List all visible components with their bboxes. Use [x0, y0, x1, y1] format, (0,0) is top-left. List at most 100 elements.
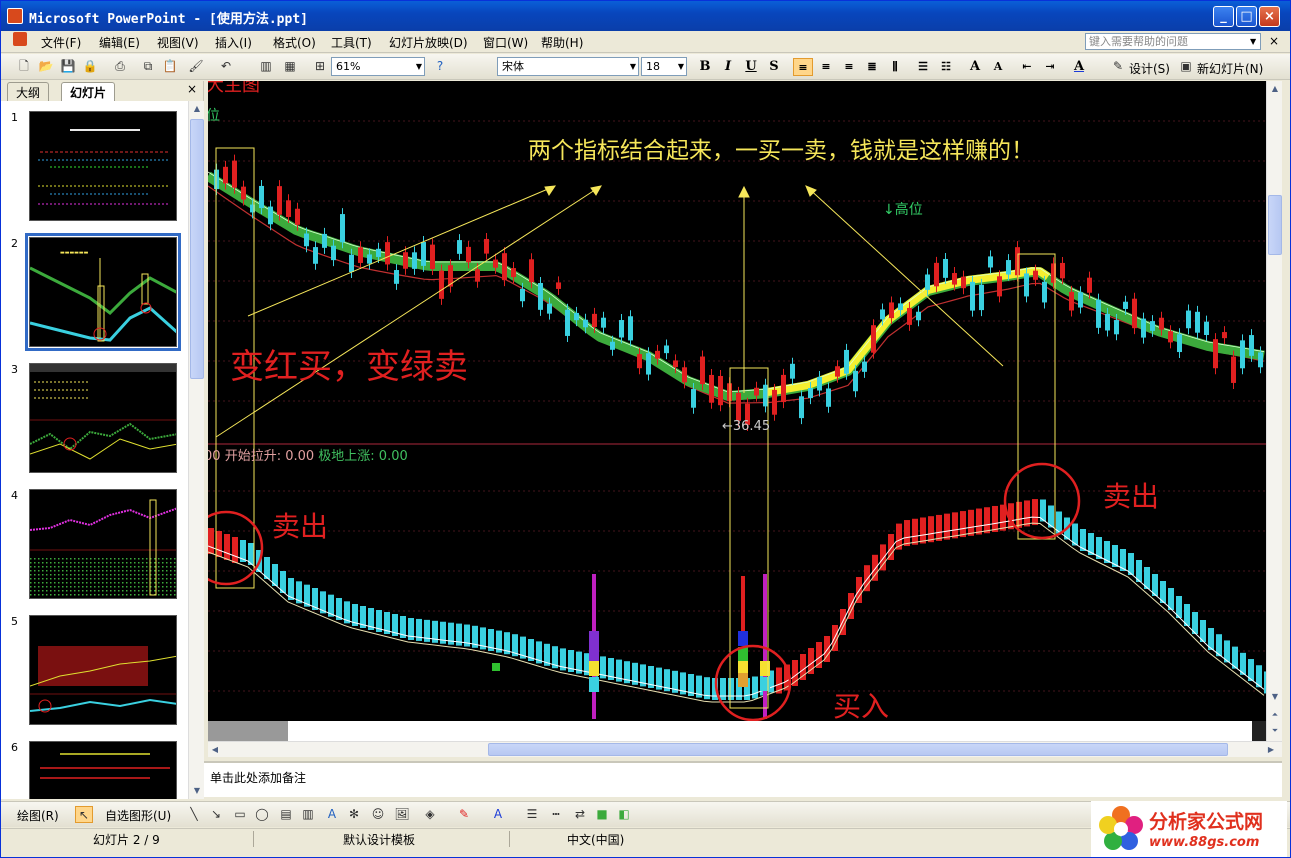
next-slide-icon[interactable]: ⏷ — [1268, 723, 1282, 739]
font-combobox[interactable]: 宋体 ▼ — [497, 57, 639, 76]
scroll-down-icon[interactable]: ▼ — [190, 783, 204, 799]
italic-button[interactable]: I — [718, 58, 738, 76]
decrease-indent-icon[interactable]: ⇤ — [1017, 58, 1037, 76]
help-search-input[interactable]: 键入需要帮助的问题 — [1085, 33, 1261, 50]
scroll-left-icon[interactable]: ◀ — [208, 742, 222, 758]
thumbnail-scrollbar[interactable]: ▲ ▼ — [188, 101, 204, 799]
arrow-tool-icon[interactable]: ↘ — [207, 806, 225, 823]
permission-icon[interactable]: 🔒 — [81, 58, 99, 75]
font-color-draw-icon[interactable]: A — [489, 806, 507, 823]
align-left-icon[interactable]: ≡ — [793, 58, 813, 76]
slide-thumbnail[interactable] — [29, 111, 177, 221]
increase-font-icon[interactable]: A — [965, 58, 985, 76]
clipart-icon[interactable]: ☺ — [369, 806, 387, 823]
menu-slideshow[interactable]: 幻灯片放映(D) — [389, 34, 468, 51]
insert-chart-icon[interactable]: ▥ — [257, 58, 275, 75]
distributed-icon[interactable]: ⫼ — [885, 58, 905, 76]
scroll-up-icon[interactable]: ▲ — [1268, 81, 1282, 97]
menu-insert[interactable]: 插入(I) — [215, 34, 252, 51]
select-pointer-icon[interactable]: ↖ — [75, 806, 93, 823]
slide-horizontal-scrollbar[interactable]: ◀ ▶ — [208, 741, 1282, 757]
line-tool-icon[interactable]: ╲ — [185, 806, 203, 823]
minimize-button[interactable]: _ — [1213, 6, 1234, 27]
shadow-style-icon[interactable]: ■ — [593, 806, 611, 823]
zoom-combobox[interactable]: 61% ▼ — [331, 57, 425, 76]
underline-button[interactable]: U — [741, 58, 761, 76]
3d-style-icon[interactable]: ◧ — [615, 806, 633, 823]
slide-thumbnail[interactable] — [29, 489, 177, 599]
font-color-icon[interactable]: A — [1069, 58, 1089, 76]
close-button[interactable]: × — [1259, 6, 1280, 27]
pane-close-button[interactable]: × — [187, 82, 197, 96]
increase-indent-icon[interactable]: ⇥ — [1040, 58, 1060, 76]
document-close-button[interactable]: × — [1269, 34, 1279, 48]
grid-icon[interactable]: ⊞ — [311, 58, 329, 75]
shadow-button[interactable]: S — [764, 58, 784, 76]
menu-format[interactable]: 格式(O) — [273, 34, 316, 51]
decrease-font-icon[interactable]: A — [988, 58, 1008, 76]
tab-outline[interactable]: 大纲 — [7, 82, 50, 101]
line-color-icon[interactable]: ✎ — [455, 806, 473, 823]
design-icon[interactable]: ✎ — [1109, 58, 1127, 75]
scroll-up-icon[interactable]: ▲ — [190, 101, 204, 117]
align-right-icon[interactable]: ≡ — [839, 58, 859, 76]
scrollbar-thumb[interactable] — [190, 119, 204, 379]
justify-icon[interactable]: ≣ — [862, 58, 882, 76]
rectangle-tool-icon[interactable]: ▭ — [231, 806, 249, 823]
chevron-down-icon[interactable]: ▼ — [1250, 37, 1256, 46]
paste-icon[interactable]: 📋 — [161, 58, 179, 75]
bold-button[interactable]: B — [695, 58, 715, 76]
new-slide-icon[interactable]: ▣ — [1177, 58, 1195, 75]
slide-thumbnail-selected[interactable]: ▬▬▬▬▬▬ — [25, 233, 181, 351]
save-icon[interactable]: 💾 — [59, 58, 77, 75]
insert-table-icon[interactable]: ▦ — [281, 58, 299, 75]
fill-color-icon[interactable]: ◈ — [421, 806, 439, 823]
font-size-combobox[interactable]: 18 ▼ — [641, 57, 687, 76]
scrollbar-thumb[interactable] — [1268, 195, 1282, 255]
scroll-down-icon[interactable]: ▼ — [1268, 689, 1282, 705]
line-style-icon[interactable]: ☰ — [523, 806, 541, 823]
menu-view[interactable]: 视图(V) — [157, 34, 199, 51]
bullets-icon[interactable]: ☷ — [936, 58, 956, 76]
previous-slide-icon[interactable]: ⏶ — [1268, 707, 1282, 723]
undo-icon[interactable]: ↶ — [217, 58, 235, 75]
slide-vertical-scrollbar[interactable]: ▲ ▼ ⏶ ⏷ — [1266, 81, 1282, 741]
notes-placeholder[interactable]: 单击此处添加备注 — [210, 769, 306, 786]
slide-thumbnail[interactable] — [29, 363, 177, 473]
wordart-icon[interactable]: A — [323, 806, 341, 823]
copy-icon[interactable]: ⧉ — [139, 58, 157, 75]
new-file-icon[interactable]: 🗋 — [15, 58, 33, 75]
arrow-style-icon[interactable]: ⇄ — [571, 806, 589, 823]
draw-menu-button[interactable]: 绘图(R) — [17, 807, 59, 824]
design-button[interactable]: 设计(S) — [1129, 60, 1170, 77]
align-center-icon[interactable]: ≡ — [816, 58, 836, 76]
maximize-button[interactable]: □ — [1236, 6, 1257, 27]
document-menu-icon[interactable] — [13, 32, 27, 46]
menu-help[interactable]: 帮助(H) — [541, 34, 583, 51]
numbering-icon[interactable]: ☰ — [913, 58, 933, 76]
menu-file[interactable]: 文件(F) — [41, 34, 81, 51]
menu-window[interactable]: 窗口(W) — [483, 34, 528, 51]
dash-style-icon[interactable]: ┅ — [547, 806, 565, 823]
notes-pane[interactable]: 单击此处添加备注 — [204, 761, 1282, 797]
format-painter-icon[interactable]: 🖌 — [187, 58, 205, 75]
oval-tool-icon[interactable]: ◯ — [253, 806, 271, 823]
print-icon[interactable]: ⎙ — [111, 58, 129, 75]
autoshapes-button[interactable]: 自选图形(U) — [105, 807, 171, 824]
diagram-icon[interactable]: ✻ — [345, 806, 363, 823]
textbox-tool-icon[interactable]: ▤ — [277, 806, 295, 823]
slide-canvas[interactable]: 大主图 位 两个指标结合起来，一买一卖，钱就是这样赚的！ 变红买，变绿卖 ↓高位… — [208, 81, 1266, 721]
scroll-right-icon[interactable]: ▶ — [1264, 742, 1278, 758]
powerpoint-app-icon[interactable] — [7, 8, 23, 24]
scrollbar-thumb[interactable] — [488, 743, 1228, 756]
slide-thumbnail[interactable] — [29, 741, 177, 799]
new-slide-button[interactable]: 新幻灯片(N) — [1197, 60, 1263, 77]
menu-tools[interactable]: 工具(T) — [331, 34, 372, 51]
tab-slides[interactable]: 幻灯片 — [61, 82, 116, 101]
insert-picture-icon[interactable]: 🖼 — [393, 806, 411, 823]
vertical-textbox-icon[interactable]: ▥ — [299, 806, 317, 823]
slide-thumbnail[interactable] — [29, 615, 177, 725]
help-icon[interactable]: ? — [431, 58, 449, 75]
menu-edit[interactable]: 编辑(E) — [99, 34, 140, 51]
open-folder-icon[interactable]: 📂 — [37, 58, 55, 75]
